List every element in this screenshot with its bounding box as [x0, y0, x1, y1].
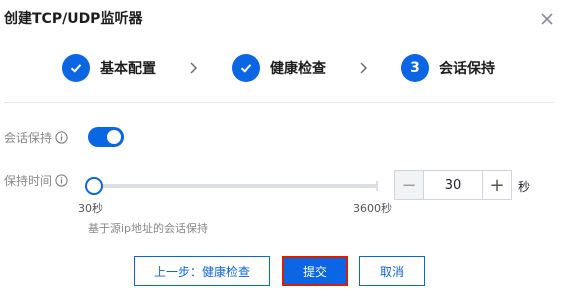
chevron-right-icon — [360, 62, 368, 74]
duration-slider-thumb[interactable] — [85, 177, 103, 195]
duration-stepper: − 30 + — [394, 170, 512, 200]
slider-max-label: 3600秒 — [353, 202, 392, 215]
duration-field-label: 保持时间 — [4, 172, 68, 189]
duration-label: 保持时间 — [4, 174, 53, 188]
session-field-label: 会话保持 — [4, 129, 68, 146]
slider-end-tick — [376, 181, 378, 191]
cancel-button[interactable]: 取消 — [359, 256, 425, 286]
duration-slider-track[interactable] — [93, 184, 378, 188]
dialog-title: 创建TCP/UDP监听器 — [4, 11, 143, 27]
duration-input[interactable]: 30 — [424, 170, 482, 200]
session-label: 会话保持 — [4, 131, 53, 145]
session-toggle[interactable] — [88, 127, 124, 147]
step-session-persistence: 3 会话保持 — [401, 52, 495, 84]
info-icon[interactable] — [55, 174, 68, 187]
duration-hint: 基于源ip地址的会话保持 — [88, 222, 209, 235]
submit-button[interactable]: 提交 — [282, 256, 348, 286]
close-icon[interactable] — [538, 10, 556, 28]
step-basic-config: 基本配置 — [62, 52, 156, 84]
step-health-check: 健康检查 — [232, 52, 326, 84]
divider — [4, 102, 554, 103]
check-icon — [232, 54, 260, 82]
slider-min-label: 30秒 — [78, 202, 103, 215]
increment-button[interactable]: + — [482, 170, 512, 200]
chevron-right-icon — [190, 62, 198, 74]
step-label: 健康检查 — [270, 61, 326, 77]
check-icon — [62, 54, 90, 82]
step-label: 会话保持 — [439, 61, 495, 77]
step-label: 基本配置 — [100, 61, 156, 77]
toggle-knob — [107, 130, 121, 144]
decrement-button[interactable]: − — [394, 170, 424, 200]
step-number: 3 — [401, 54, 429, 82]
info-icon[interactable] — [55, 131, 68, 144]
prev-step-button[interactable]: 上一步：健康检查 — [134, 256, 270, 286]
step-indicator: 基本配置 健康检查 3 会话保持 — [0, 52, 562, 84]
duration-unit: 秒 — [518, 180, 531, 194]
